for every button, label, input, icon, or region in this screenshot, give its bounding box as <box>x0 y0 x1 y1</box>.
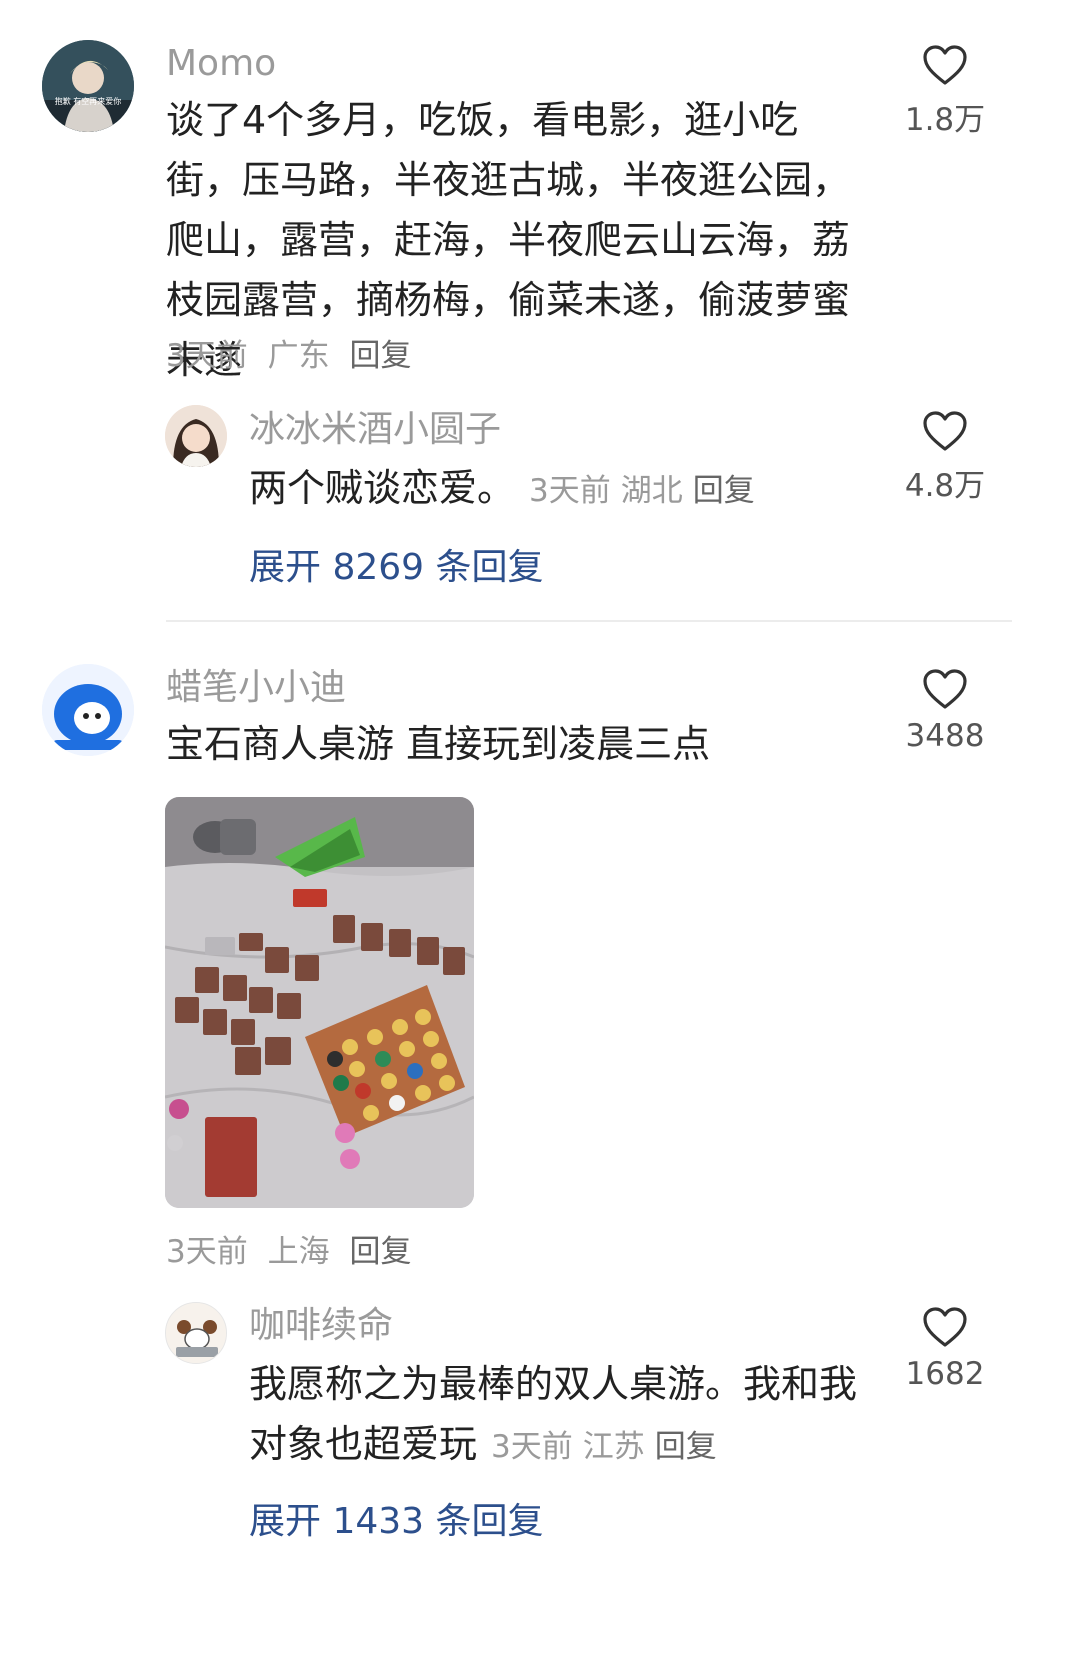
expand-replies-button[interactable]: 展开 8269 条回复 <box>249 538 544 590</box>
comment-username[interactable]: 蜡笔小小迪 <box>166 668 346 708</box>
reply-text: 两个贼谈恋爱。 <box>249 466 516 510</box>
boardgame-photo <box>165 797 474 1208</box>
like-count: 4.8万 <box>904 468 986 504</box>
expand-replies-button[interactable]: 展开 1433 条回复 <box>249 1492 544 1544</box>
comment-time: 3天前 <box>166 1234 248 1270</box>
reply-avatar[interactable] <box>165 405 227 467</box>
like-button[interactable]: 3488 <box>890 668 1000 754</box>
heart-outline-icon <box>923 411 967 451</box>
like-button[interactable]: 4.8万 <box>890 410 1000 505</box>
reply-button[interactable]: 回复 <box>349 1234 411 1270</box>
reply-time: 3天前 <box>491 1429 573 1465</box>
reply-username[interactable]: 咖啡续命 <box>249 1306 393 1346</box>
avatar[interactable]: 抱歉 有空再来爱你 <box>42 40 134 132</box>
reply-button[interactable]: 回复 <box>655 1429 717 1465</box>
comment-text: 宝石商人桌游 直接玩到凌晨三点 <box>166 722 711 766</box>
like-count: 1.8万 <box>904 102 986 138</box>
reply-time: 3天前 <box>529 473 611 509</box>
comment-meta: 3天前 上海 回复 <box>166 1226 411 1271</box>
like-count: 1682 <box>905 1356 985 1392</box>
avatar[interactable] <box>42 664 134 756</box>
comment-location: 上海 <box>267 1234 330 1270</box>
like-button[interactable]: 1.8万 <box>890 44 1000 139</box>
avatar-image <box>42 40 134 132</box>
reply-location: 湖北 <box>620 473 683 509</box>
reply-avatar[interactable] <box>165 1302 227 1364</box>
heart-outline-icon <box>923 1307 967 1347</box>
reply-content: 两个贼谈恋爱。 3天前 湖北 回复 <box>249 458 889 521</box>
comment-meta: 3天前 广东 回复 <box>166 330 411 375</box>
reply-content: 我愿称之为最棒的双人桌游。我和我对象也超爱玩 3天前 江苏 回复 <box>249 1354 889 1477</box>
reply-location: 江苏 <box>582 1429 645 1465</box>
reply-button[interactable]: 回复 <box>693 473 755 509</box>
avatar-caption: 抱歉 有空再来爱你 <box>54 97 122 106</box>
comment-time: 3天前 <box>166 338 248 374</box>
comment-image[interactable] <box>165 797 474 1208</box>
comment-location: 广东 <box>267 338 330 374</box>
heart-outline-icon <box>923 45 967 85</box>
reply-avatar-image <box>166 1303 226 1363</box>
comment-username[interactable]: Momo <box>166 44 276 84</box>
heart-outline-icon <box>923 669 967 709</box>
reply-username[interactable]: 冰冰米酒小圆子 <box>249 410 501 450</box>
reply-button[interactable]: 回复 <box>349 338 411 374</box>
like-count: 3488 <box>905 718 985 754</box>
avatar-image <box>42 664 134 756</box>
like-button[interactable]: 1682 <box>890 1306 1000 1392</box>
reply-avatar-image <box>165 405 227 467</box>
divider <box>166 620 1012 622</box>
